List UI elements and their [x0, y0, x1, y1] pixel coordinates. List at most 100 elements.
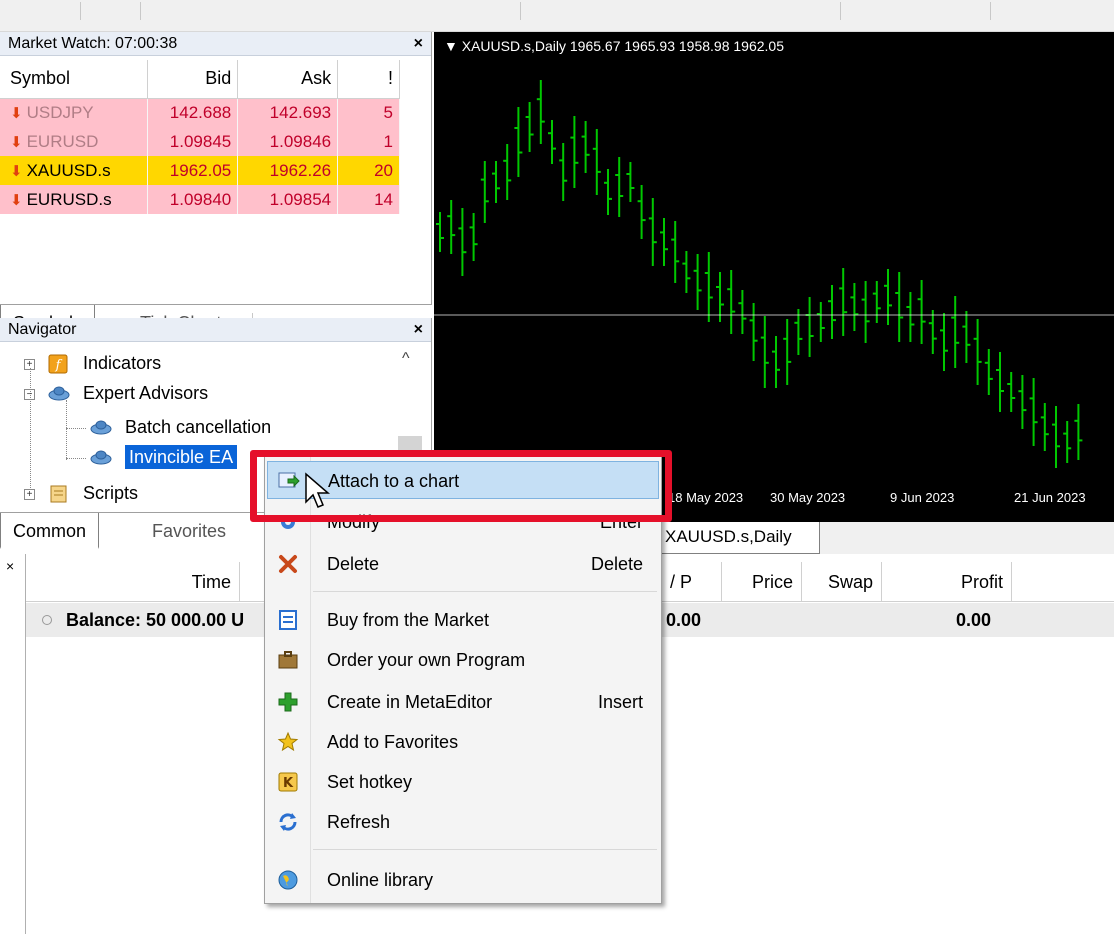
table-row[interactable]: ⬇ USDJPY 142.688 142.693 5 [0, 98, 400, 127]
ohlc-bar [514, 107, 523, 177]
balance-label: Balance: 50 000.00 U [66, 610, 245, 630]
column-header-profit[interactable]: Profit [882, 562, 1012, 602]
menu-item-refresh[interactable]: Refresh [267, 803, 659, 841]
symbol-name: XAUUSD.s [26, 160, 111, 180]
ohlc-bar [805, 297, 814, 357]
menu-item-set-hotkey[interactable]: K Set hotkey [267, 763, 659, 801]
tree-item-expert-advisors[interactable]: − Expert Advisors [24, 378, 208, 408]
chart-canvas: 18 May 2023 30 May 2023 9 Jun 2023 21 Ju… [434, 80, 1114, 522]
menu-item-shortcut: Insert [597, 692, 643, 712]
navigator-title: Navigator [0, 318, 431, 342]
ohlc-bar [783, 319, 792, 385]
ohlc-bar [1029, 378, 1038, 446]
menu-item-delete[interactable]: Delete Delete [267, 545, 659, 583]
menu-item-create-in-metaeditor[interactable]: Create in MetaEditor Insert [267, 683, 659, 721]
menu-item-label: Order your own Program [327, 650, 526, 670]
column-header-sl-tp[interactable]: / P [666, 562, 722, 602]
tab-common[interactable]: Common [0, 513, 100, 549]
symbol-name: EURUSD [26, 131, 99, 151]
tree-item-scripts[interactable]: + Scripts [24, 478, 138, 508]
tree-line [66, 428, 86, 429]
menu-item-label: Set hotkey [327, 772, 413, 792]
tree-item-label: Scripts [83, 483, 139, 503]
chart-tab-xauusd[interactable]: XAUUSD.s,Daily [650, 522, 820, 554]
market-watch-table: Symbol Bid Ask ! ⬇ USDJPY 142.688 142.693… [0, 60, 400, 214]
column-header-symbol[interactable]: Symbol [0, 60, 149, 99]
close-icon[interactable]: × [414, 318, 423, 342]
svg-text:K: K [283, 776, 294, 791]
expert-advisor-icon [90, 450, 112, 465]
ohlc-bar [581, 121, 590, 173]
menu-item-label: Create in MetaEditor [327, 692, 493, 712]
price-down-arrow-icon: ⬇ [10, 133, 23, 151]
ohlc-bar [928, 310, 937, 354]
bid-value: 1962.05 [147, 156, 239, 185]
tree-item-batch-cancellation[interactable]: Batch cancellation [90, 412, 271, 442]
ohlc-bar [660, 218, 668, 266]
balance-icon [42, 615, 52, 625]
mouse-cursor-icon [305, 472, 331, 508]
price-down-arrow-icon: ⬇ [10, 191, 23, 209]
date-label: 9 Jun 2023 [890, 490, 954, 505]
menu-item-online-library[interactable]: Online library [267, 861, 659, 899]
toolbar-separator [990, 2, 991, 20]
ohlc-bar [570, 116, 579, 188]
globe-icon [278, 870, 298, 890]
column-header-ask[interactable]: Ask [237, 60, 339, 99]
ohlc-bar [536, 80, 545, 144]
tree-item-indicators[interactable]: + f Indicators [24, 348, 161, 378]
close-icon[interactable]: × [6, 558, 14, 574]
table-row[interactable]: ⬇ XAUUSD.s 1962.05 1962.26 20 [0, 156, 400, 185]
menu-item-buy-from-market[interactable]: Buy from the Market [267, 601, 659, 639]
date-label: 21 Jun 2023 [1014, 490, 1086, 505]
price-chart[interactable]: ▼ XAUUSD.s,Daily 1965.67 1965.93 1958.98… [434, 32, 1114, 522]
ohlc-bar [738, 290, 747, 334]
ohlc-bar [592, 129, 601, 195]
ohlc-bar [940, 313, 948, 371]
ohlc-bar [447, 200, 456, 254]
column-header-bid[interactable]: Bid [147, 60, 239, 99]
ohlc-bar [951, 296, 960, 368]
ohlc-bar [492, 161, 500, 203]
tree-item-label: Expert Advisors [83, 383, 209, 403]
tab-favorites[interactable]: Favorites [140, 513, 238, 549]
star-icon [277, 731, 299, 752]
column-header-spread[interactable]: ! [337, 60, 400, 99]
ohlc-bar [872, 281, 881, 323]
close-icon[interactable]: × [414, 32, 423, 56]
ohlc-bar [480, 161, 489, 223]
menu-item-label: Buy from the Market [327, 610, 490, 630]
table-row[interactable]: ⬇ EURUSD.s 1.09840 1.09854 14 [0, 185, 400, 214]
expand-icon[interactable]: + [24, 358, 35, 370]
column-header-swap[interactable]: Swap [802, 562, 882, 602]
price-down-arrow-icon: ⬇ [10, 162, 23, 180]
ohlc-bar [525, 102, 534, 152]
tree-item-invincible-ea[interactable]: Invincible EA [90, 442, 238, 472]
context-menu: Attach to a chart Modify Enter Delete De… [264, 456, 662, 904]
plus-icon [278, 692, 298, 712]
ohlc-bar [996, 352, 1004, 412]
spread-value: 20 [337, 156, 400, 185]
menu-item-order-program[interactable]: Order your own Program [267, 641, 659, 679]
collapse-icon[interactable]: − [24, 388, 35, 400]
ohlc-bar [861, 281, 870, 343]
balance-value: 0.00 [666, 610, 702, 630]
ohlc-bar [1063, 421, 1072, 463]
ask-value: 142.693 [237, 98, 339, 127]
ohlc-bar [548, 120, 556, 164]
symbol-name: EURUSD.s [26, 189, 112, 209]
date-label: 30 May 2023 [770, 490, 845, 505]
menu-item-label: Refresh [327, 812, 391, 832]
column-header-time[interactable]: Time [26, 562, 240, 602]
ohlc-bar [962, 311, 971, 363]
menu-item-add-to-favorites[interactable]: Add to Favorites [267, 723, 659, 761]
ohlc-bar [626, 162, 635, 202]
toolbar-separator [80, 2, 81, 20]
scroll-up-icon[interactable]: ^ [402, 350, 410, 368]
expand-icon[interactable]: + [24, 488, 35, 500]
ohlc-bar [816, 302, 825, 342]
table-row[interactable]: ⬇ EURUSD 1.09845 1.09846 1 [0, 127, 400, 156]
ohlc-bar [917, 280, 926, 344]
market-icon [279, 610, 297, 630]
column-header-price[interactable]: Price [722, 562, 802, 602]
